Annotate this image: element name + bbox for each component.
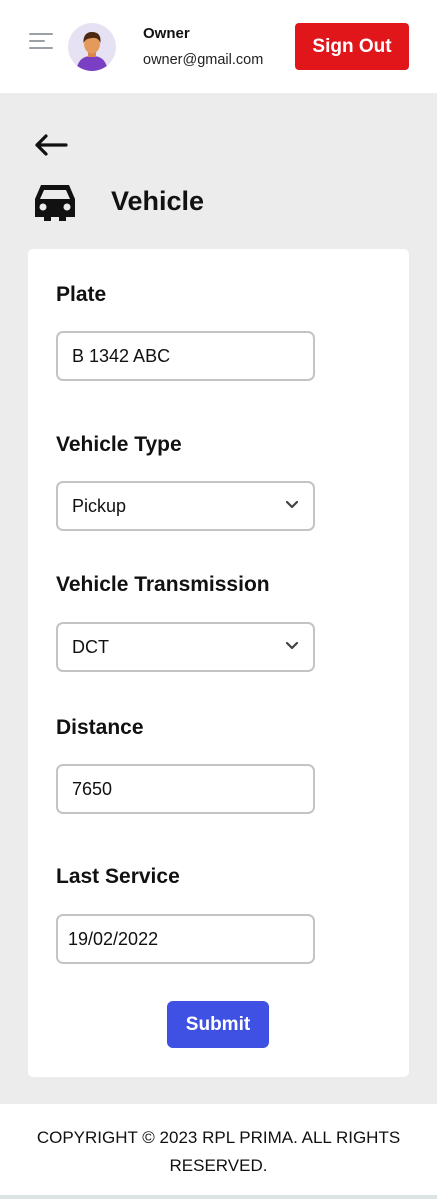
vehicle-type-label: Vehicle Type <box>56 433 182 456</box>
menu-icon[interactable] <box>29 32 53 52</box>
last-service-input[interactable]: 19/02/2022 <box>56 914 315 964</box>
top-header: Owner owner@gmail.com Sign Out <box>0 0 437 93</box>
chevron-down-icon <box>285 500 299 509</box>
vehicle-transmission-select[interactable]: DCT <box>56 622 315 672</box>
vehicle-form-card: Plate B 1342 ABC Vehicle Type Pickup Veh… <box>28 249 409 1077</box>
sign-out-button[interactable]: Sign Out <box>295 23 409 70</box>
avatar <box>68 23 116 71</box>
copyright-text: COPYRIGHT © 2023 RPL PRIMA. ALL RIGHTS R… <box>36 1128 401 1175</box>
vehicle-type-select[interactable]: Pickup <box>56 481 315 531</box>
main-content: Vehicle Plate B 1342 ABC Vehicle Type Pi… <box>0 93 437 1104</box>
last-service-label: Last Service <box>56 865 180 888</box>
submit-button[interactable]: Submit <box>167 1001 269 1048</box>
chevron-down-icon <box>285 641 299 650</box>
footer: COPYRIGHT © 2023 RPL PRIMA. ALL RIGHTS R… <box>0 1104 437 1195</box>
distance-input[interactable]: 7650 <box>56 764 315 814</box>
user-email: owner@gmail.com <box>143 52 264 68</box>
vehicle-transmission-value: DCT <box>72 636 109 657</box>
plate-input[interactable]: B 1342 ABC <box>56 331 315 381</box>
back-arrow-icon[interactable] <box>32 133 70 157</box>
bottom-divider <box>0 1195 437 1199</box>
user-name: Owner <box>143 25 190 42</box>
vehicle-type-value: Pickup <box>72 495 127 516</box>
page-title: Vehicle <box>111 186 205 216</box>
car-icon <box>32 181 78 223</box>
distance-label: Distance <box>56 716 144 739</box>
plate-label: Plate <box>56 283 107 306</box>
vehicle-transmission-label: Vehicle Transmission <box>56 573 270 596</box>
